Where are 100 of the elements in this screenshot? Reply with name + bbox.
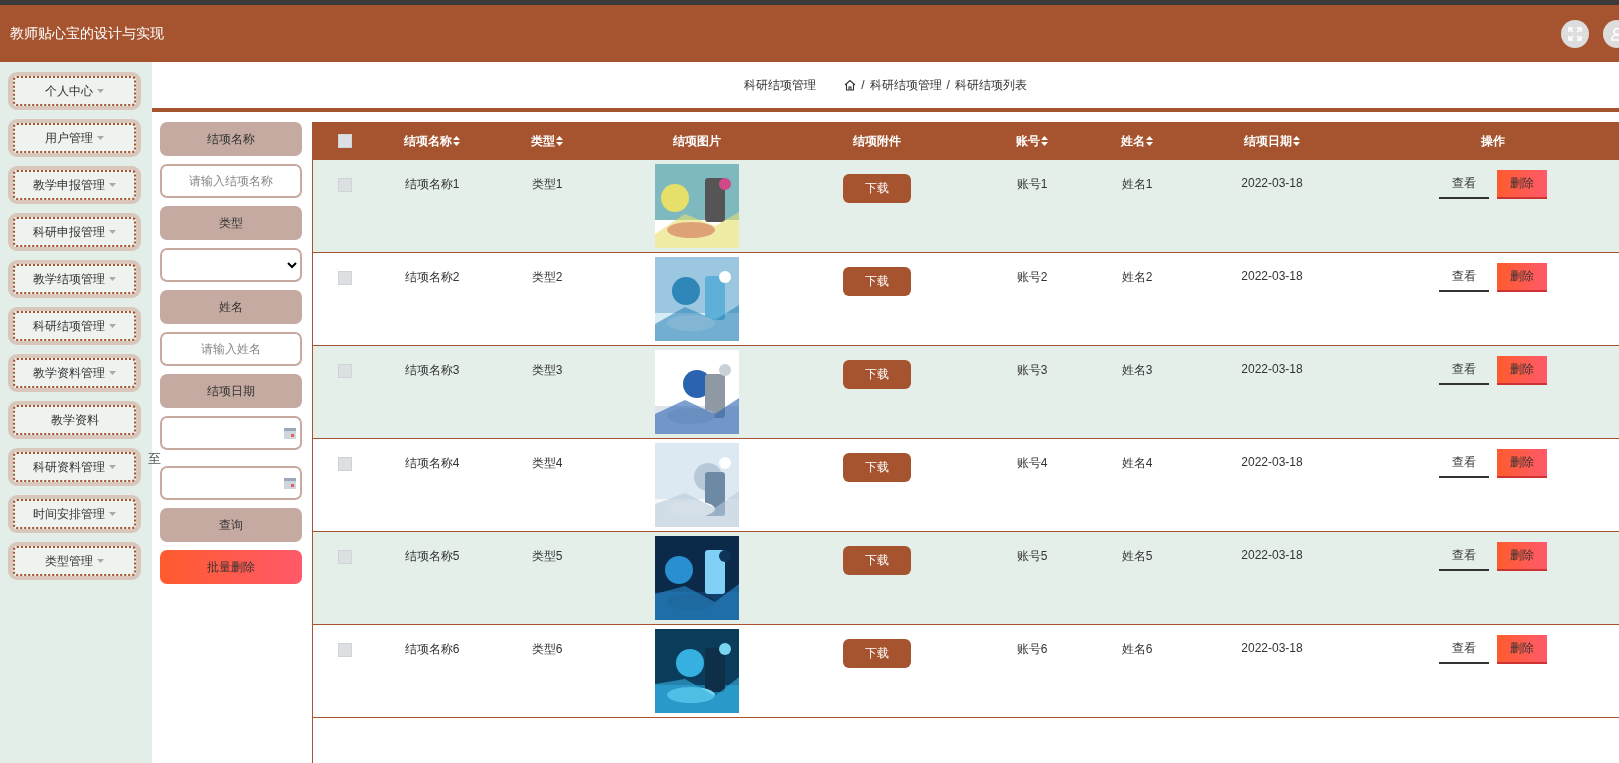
delete-button[interactable]: 删除 <box>1497 263 1547 292</box>
delete-button[interactable]: 删除 <box>1497 449 1547 478</box>
view-button[interactable]: 查看 <box>1439 542 1489 571</box>
table-cell: 类型3 <box>531 362 563 379</box>
view-button[interactable]: 查看 <box>1439 263 1489 292</box>
row-checkbox[interactable] <box>338 643 352 657</box>
download-button[interactable]: 下载 <box>843 639 911 668</box>
table-cell: 2022-03-18 <box>1241 641 1303 655</box>
sidebar-item[interactable]: 科研资料管理 <box>8 448 141 486</box>
filter-label: 结项日期 <box>160 374 302 408</box>
sort-icon[interactable] <box>1041 136 1048 146</box>
table-cell: 类型5 <box>531 548 563 565</box>
table-cell: 2022-03-18 <box>1241 362 1303 376</box>
name-input[interactable]: 请输入结项名称 <box>160 164 302 198</box>
breadcrumb-link[interactable]: 科研结项管理 <box>869 76 942 94</box>
table-cell: 结项名称2 <box>404 269 460 286</box>
sidebar-item[interactable]: 教学资料 <box>8 401 141 439</box>
table-cell: 结项名称1 <box>404 176 460 193</box>
sidebar-item[interactable]: 科研结项管理 <box>8 307 141 345</box>
sort-icon[interactable] <box>1146 136 1153 146</box>
calendar-icon[interactable] <box>284 427 296 439</box>
table-cell: 类型2 <box>531 269 563 286</box>
person-input[interactable]: 请输入姓名 <box>160 332 302 366</box>
row-checkbox[interactable] <box>338 457 352 471</box>
breadcrumb-separator: / <box>861 78 865 92</box>
caret-icon <box>109 371 116 375</box>
sidebar-item[interactable]: 类型管理 <box>8 542 141 580</box>
sidebar-item[interactable]: 教学申报管理 <box>8 166 141 204</box>
sidebar-item[interactable]: 教学资料管理 <box>8 354 141 392</box>
caret-icon <box>109 183 116 187</box>
caret-icon <box>97 559 104 563</box>
table-cell: 结项名称6 <box>404 641 460 658</box>
row-checkbox[interactable] <box>338 364 352 378</box>
home-icon[interactable] <box>844 79 857 91</box>
sort-icon[interactable] <box>453 136 460 146</box>
row-checkbox[interactable] <box>338 271 352 285</box>
table-cell: 2022-03-18 <box>1241 269 1303 283</box>
column-header[interactable]: 账号 <box>1016 132 1040 150</box>
calendar-icon[interactable] <box>284 477 296 489</box>
table-cell: 姓名1 <box>1121 176 1153 193</box>
caret-icon <box>109 230 116 234</box>
sidebar-item[interactable]: 教学结项管理 <box>8 260 141 298</box>
column-header[interactable]: 类型 <box>531 132 555 150</box>
filter-label: 结项名称 <box>160 122 302 156</box>
sidebar-item[interactable]: 时间安排管理 <box>8 495 141 533</box>
sidebar-item[interactable]: 科研申报管理 <box>8 213 141 251</box>
table-cell: 2022-03-18 <box>1241 176 1303 190</box>
column-header: 结项附件 <box>853 132 901 150</box>
download-button[interactable]: 下载 <box>843 267 911 296</box>
breadcrumb-link[interactable]: 科研结项列表 <box>954 76 1027 94</box>
table-cell: 姓名5 <box>1121 548 1153 565</box>
sidebar-item[interactable]: 用户管理 <box>8 119 141 157</box>
table-cell: 姓名4 <box>1121 455 1153 472</box>
table-cell: 账号2 <box>1016 269 1048 286</box>
table-cell: 姓名6 <box>1121 641 1153 658</box>
filter-label: 类型 <box>160 206 302 240</box>
column-header[interactable]: 姓名 <box>1121 132 1145 150</box>
column-header: 操作 <box>1481 132 1505 150</box>
caret-icon <box>109 324 116 328</box>
sidebar-item[interactable]: 个人中心 <box>8 72 141 110</box>
table-cell: 结项名称5 <box>404 548 460 565</box>
column-header: 结项图片 <box>673 132 721 150</box>
fullscreen-icon[interactable] <box>1561 19 1589 48</box>
sort-icon[interactable] <box>1293 136 1300 146</box>
column-header[interactable]: 结项日期 <box>1244 132 1292 150</box>
table-cell: 账号3 <box>1016 362 1048 379</box>
page-title: 科研结项管理 <box>744 76 817 94</box>
type-select[interactable] <box>160 248 302 282</box>
download-button[interactable]: 下载 <box>843 453 911 482</box>
select-all-checkbox[interactable] <box>338 134 352 148</box>
download-button[interactable]: 下载 <box>843 546 911 575</box>
date-field[interactable] <box>160 466 302 500</box>
table-cell: 类型4 <box>531 455 563 472</box>
date-field[interactable] <box>160 416 302 450</box>
table-cell: 2022-03-18 <box>1241 455 1303 469</box>
search-button[interactable]: 查询 <box>160 508 302 542</box>
row-checkbox[interactable] <box>338 550 352 564</box>
table-cell: 账号1 <box>1016 176 1048 193</box>
range-label: 至 <box>148 450 161 468</box>
table-cell: 结项名称4 <box>404 455 460 472</box>
table-cell: 类型6 <box>531 641 563 658</box>
download-button[interactable]: 下载 <box>843 174 911 203</box>
column-header[interactable]: 结项名称 <box>404 132 452 150</box>
filter-label: 姓名 <box>160 290 302 324</box>
view-button[interactable]: 查看 <box>1439 635 1489 664</box>
view-button[interactable]: 查看 <box>1439 449 1489 478</box>
breadcrumb-separator: / <box>946 78 950 92</box>
view-button[interactable]: 查看 <box>1439 356 1489 385</box>
delete-button[interactable]: 删除 <box>1497 170 1547 199</box>
delete-button[interactable]: 删除 <box>1497 542 1547 571</box>
caret-icon <box>109 465 116 469</box>
batch-delete-button[interactable]: 批量删除 <box>160 550 302 584</box>
table-cell: 姓名2 <box>1121 269 1153 286</box>
download-button[interactable]: 下载 <box>843 360 911 389</box>
delete-button[interactable]: 删除 <box>1497 635 1547 664</box>
table-cell: 结项名称3 <box>404 362 460 379</box>
view-button[interactable]: 查看 <box>1439 170 1489 199</box>
sort-icon[interactable] <box>556 136 563 146</box>
delete-button[interactable]: 删除 <box>1497 356 1547 385</box>
row-checkbox[interactable] <box>338 178 352 192</box>
